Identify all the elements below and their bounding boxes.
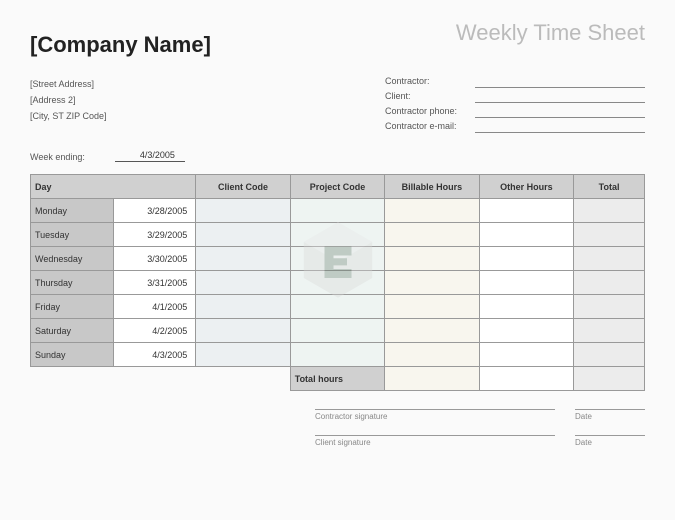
address-line3: [City, ST ZIP Code] <box>30 108 107 124</box>
client-code-cell[interactable] <box>196 319 290 343</box>
client-signature[interactable]: Client signature <box>315 435 555 447</box>
row-total-cell[interactable] <box>574 295 645 319</box>
client-sig-date[interactable]: Date <box>575 435 645 447</box>
contractor-info: Contractor: Client: Contractor phone: Co… <box>385 76 645 136</box>
day-name: Monday <box>31 199 114 223</box>
col-other: Other Hours <box>479 175 573 199</box>
billable-cell[interactable] <box>385 223 479 247</box>
day-date: 3/29/2005 <box>113 223 196 247</box>
project-code-cell[interactable] <box>290 343 384 367</box>
project-code-cell[interactable] <box>290 223 384 247</box>
week-ending-label: Week ending: <box>30 152 85 162</box>
billable-cell[interactable] <box>385 199 479 223</box>
total-billable[interactable] <box>385 367 479 391</box>
other-cell[interactable] <box>479 247 573 271</box>
day-date: 3/31/2005 <box>113 271 196 295</box>
col-client-code: Client Code <box>196 175 290 199</box>
day-date: 4/2/2005 <box>113 319 196 343</box>
contractor-label: Contractor: <box>385 76 475 88</box>
project-code-cell[interactable] <box>290 247 384 271</box>
day-name: Friday <box>31 295 114 319</box>
client-label: Client: <box>385 91 475 103</box>
client-code-cell[interactable] <box>196 271 290 295</box>
other-cell[interactable] <box>479 223 573 247</box>
client-code-cell[interactable] <box>196 199 290 223</box>
table-row: Friday4/1/2005 <box>31 295 645 319</box>
timesheet-table: Day Client Code Project Code Billable Ho… <box>30 174 645 391</box>
client-code-cell[interactable] <box>196 343 290 367</box>
phone-field[interactable] <box>475 106 645 118</box>
phone-label: Contractor phone: <box>385 106 475 118</box>
billable-cell[interactable] <box>385 295 479 319</box>
col-total: Total <box>574 175 645 199</box>
contractor-sig-date[interactable]: Date <box>575 409 645 421</box>
day-name: Tuesday <box>31 223 114 247</box>
other-cell[interactable] <box>479 199 573 223</box>
email-field[interactable] <box>475 121 645 133</box>
other-cell[interactable] <box>479 271 573 295</box>
table-row: Tuesday3/29/2005 <box>31 223 645 247</box>
other-cell[interactable] <box>479 343 573 367</box>
grand-total[interactable] <box>574 367 645 391</box>
row-total-cell[interactable] <box>574 343 645 367</box>
col-project-code: Project Code <box>290 175 384 199</box>
signatures: Contractor signature Date Client signatu… <box>315 409 645 461</box>
billable-cell[interactable] <box>385 319 479 343</box>
row-total-cell[interactable] <box>574 247 645 271</box>
page-title: Weekly Time Sheet <box>456 20 645 46</box>
day-date: 4/3/2005 <box>113 343 196 367</box>
col-day: Day <box>31 175 196 199</box>
email-label: Contractor e-mail: <box>385 121 475 133</box>
day-date: 3/28/2005 <box>113 199 196 223</box>
company-name: [Company Name] <box>30 32 211 58</box>
billable-cell[interactable] <box>385 343 479 367</box>
day-name: Wednesday <box>31 247 114 271</box>
project-code-cell[interactable] <box>290 199 384 223</box>
other-cell[interactable] <box>479 295 573 319</box>
table-row: Monday3/28/2005 <box>31 199 645 223</box>
row-total-cell[interactable] <box>574 199 645 223</box>
table-row: Thursday3/31/2005 <box>31 271 645 295</box>
billable-cell[interactable] <box>385 271 479 295</box>
table-row: Wednesday3/30/2005 <box>31 247 645 271</box>
contractor-field[interactable] <box>475 76 645 88</box>
project-code-cell[interactable] <box>290 319 384 343</box>
client-code-cell[interactable] <box>196 295 290 319</box>
day-name: Sunday <box>31 343 114 367</box>
address-block: [Street Address] [Address 2] [City, ST Z… <box>30 76 107 136</box>
row-total-cell[interactable] <box>574 319 645 343</box>
billable-cell[interactable] <box>385 247 479 271</box>
project-code-cell[interactable] <box>290 295 384 319</box>
day-name: Saturday <box>31 319 114 343</box>
total-hours-label: Total hours <box>290 367 384 391</box>
client-code-cell[interactable] <box>196 223 290 247</box>
address-line1: [Street Address] <box>30 76 107 92</box>
total-other[interactable] <box>479 367 573 391</box>
week-ending-value[interactable]: 4/3/2005 <box>115 150 185 162</box>
week-ending: Week ending: 4/3/2005 <box>30 150 645 162</box>
contractor-signature[interactable]: Contractor signature <box>315 409 555 421</box>
row-total-cell[interactable] <box>574 271 645 295</box>
table-row: Saturday4/2/2005 <box>31 319 645 343</box>
client-code-cell[interactable] <box>196 247 290 271</box>
day-name: Thursday <box>31 271 114 295</box>
project-code-cell[interactable] <box>290 271 384 295</box>
other-cell[interactable] <box>479 319 573 343</box>
row-total-cell[interactable] <box>574 223 645 247</box>
client-field[interactable] <box>475 91 645 103</box>
col-billable: Billable Hours <box>385 175 479 199</box>
address-line2: [Address 2] <box>30 92 107 108</box>
day-date: 4/1/2005 <box>113 295 196 319</box>
table-row: Sunday4/3/2005 <box>31 343 645 367</box>
day-date: 3/30/2005 <box>113 247 196 271</box>
